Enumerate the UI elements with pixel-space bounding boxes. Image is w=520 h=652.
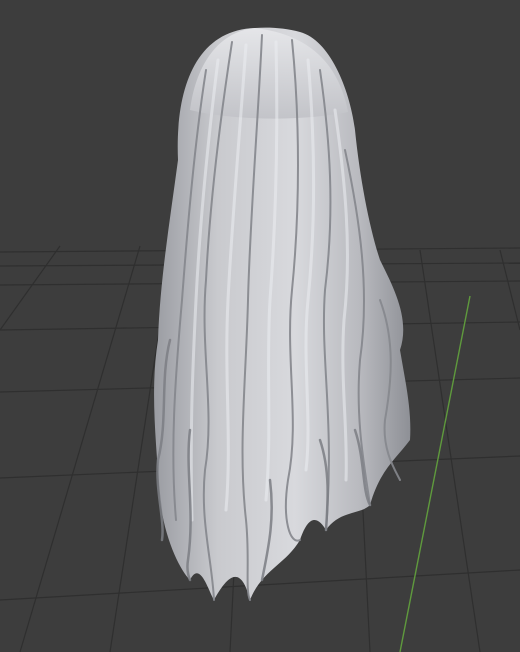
viewport-canvas[interactable] [0,0,520,652]
hair-mesh[interactable] [154,27,411,601]
3d-viewport[interactable] [0,0,520,652]
